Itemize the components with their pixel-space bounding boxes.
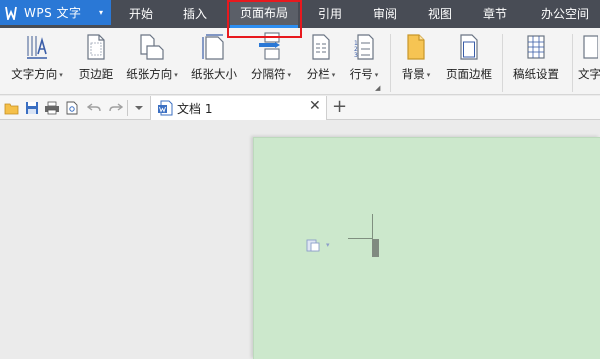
orientation-label: 纸张方向 xyxy=(126,67,173,81)
toolbar-divider xyxy=(127,100,128,116)
dropdown-arrow-icon: ▾ xyxy=(331,70,336,79)
orientation-icon xyxy=(139,34,165,63)
tab-references[interactable]: 引用 xyxy=(307,0,353,28)
ribbon-divider xyxy=(390,34,391,92)
print-icon[interactable] xyxy=(44,100,60,116)
paste-options-icon[interactable] xyxy=(306,238,320,255)
document-workspace: ▾ xyxy=(0,120,600,359)
text-direction-icon xyxy=(25,34,49,63)
paper-size-icon xyxy=(202,34,226,63)
tab-view[interactable]: 视图 xyxy=(417,0,463,28)
new-tab-plus-icon[interactable]: + xyxy=(332,96,347,118)
dropdown-arrow-icon: ▾ xyxy=(374,70,379,79)
margins-icon xyxy=(86,34,106,63)
tab-review[interactable]: 审阅 xyxy=(362,0,408,28)
background-icon xyxy=(406,34,426,63)
line-numbers-icon: 1 2 3 xyxy=(354,34,374,63)
tab-section[interactable]: 章节 xyxy=(472,0,518,28)
manuscript-settings-button[interactable]: 稿纸设置 xyxy=(508,33,564,82)
tab-home[interactable]: 开始 xyxy=(118,0,164,28)
text-direction-button[interactable]: 文字方向 ▾ xyxy=(6,33,68,82)
redo-icon[interactable] xyxy=(108,100,124,116)
page-border-icon xyxy=(459,34,479,63)
app-name: WPS 文字 xyxy=(24,6,82,20)
page-border-button[interactable]: 页面边框 xyxy=(442,33,496,82)
breaks-button[interactable]: 分隔符 ▾ xyxy=(244,32,298,82)
columns-button[interactable]: 分栏 ▾ xyxy=(301,33,341,82)
margin-corner-mark xyxy=(372,214,373,239)
paper-size-button[interactable]: 纸张大小 xyxy=(188,33,240,82)
dropdown-arrow-icon: ▾ xyxy=(287,70,291,79)
tab-office-space[interactable]: 办公空间 xyxy=(532,0,598,28)
line-numbers-label: 行号 xyxy=(349,67,373,81)
text-cursor xyxy=(372,239,379,257)
background-button[interactable]: 背景 ▾ xyxy=(396,33,436,82)
manuscript-icon xyxy=(526,34,546,63)
paste-options-dropdown-icon[interactable]: ▾ xyxy=(326,241,330,249)
dialog-launcher-icon[interactable]: ◢ xyxy=(375,84,380,92)
ribbon-divider xyxy=(572,34,573,92)
ribbon-page-layout: 文字方向 ▾ 页边距 纸张方向 ▾ 纸张大小 分隔符 ▾ 分栏 ▾ 1 2 3 … xyxy=(0,28,600,95)
document-tab[interactable]: 文档 1 ✕ xyxy=(150,96,327,120)
close-icon[interactable]: ✕ xyxy=(309,98,321,114)
margins-label: 页边距 xyxy=(78,67,114,81)
manuscript-label: 稿纸设置 xyxy=(513,67,559,81)
document-title: 文档 1 xyxy=(177,102,213,116)
menu-bar: WPS 文字 ▾ 开始 插入 页面布局 引用 审阅 视图 章节 办公空间 xyxy=(0,0,600,28)
breaks-icon xyxy=(257,32,285,63)
customize-toolbar-dropdown-icon[interactable] xyxy=(131,100,147,116)
document-page[interactable]: ▾ xyxy=(253,137,600,359)
margin-corner-mark xyxy=(348,238,373,239)
ribbon-divider xyxy=(502,34,503,92)
columns-label: 分栏 xyxy=(306,67,330,81)
word-document-icon xyxy=(157,100,173,119)
dropdown-arrow-icon: ▾ xyxy=(426,70,431,79)
text-more-icon xyxy=(578,34,599,63)
columns-icon xyxy=(311,34,331,63)
tab-insert[interactable]: 插入 xyxy=(172,0,218,28)
text-more-label: 文字 xyxy=(578,67,600,81)
dropdown-arrow-icon: ▾ xyxy=(174,70,178,79)
save-icon[interactable] xyxy=(24,100,40,116)
tab-page-layout[interactable]: 页面布局 xyxy=(230,0,298,28)
open-folder-icon[interactable] xyxy=(4,100,20,116)
print-preview-icon[interactable] xyxy=(64,100,80,116)
text-more-button[interactable]: 文字 xyxy=(578,33,600,82)
text-direction-label: 文字方向 xyxy=(11,67,58,81)
breaks-label: 分隔符 xyxy=(250,67,286,81)
wps-logo-icon xyxy=(5,6,17,20)
app-menu-button[interactable]: WPS 文字 ▾ xyxy=(0,0,111,25)
paper-size-label: 纸张大小 xyxy=(191,67,237,81)
quick-access-toolbar: 文档 1 ✕ + xyxy=(0,96,600,120)
chevron-down-icon: ▾ xyxy=(99,8,104,17)
svg-text:3: 3 xyxy=(354,52,358,59)
dropdown-arrow-icon: ▾ xyxy=(59,70,63,79)
page-border-label: 页面边框 xyxy=(446,67,492,81)
orientation-button[interactable]: 纸张方向 ▾ xyxy=(121,33,183,82)
background-label: 背景 xyxy=(401,67,425,81)
line-numbers-button[interactable]: 1 2 3 行号 ▾ xyxy=(344,33,384,82)
margins-button[interactable]: 页边距 xyxy=(74,33,118,82)
undo-icon[interactable] xyxy=(86,100,102,116)
